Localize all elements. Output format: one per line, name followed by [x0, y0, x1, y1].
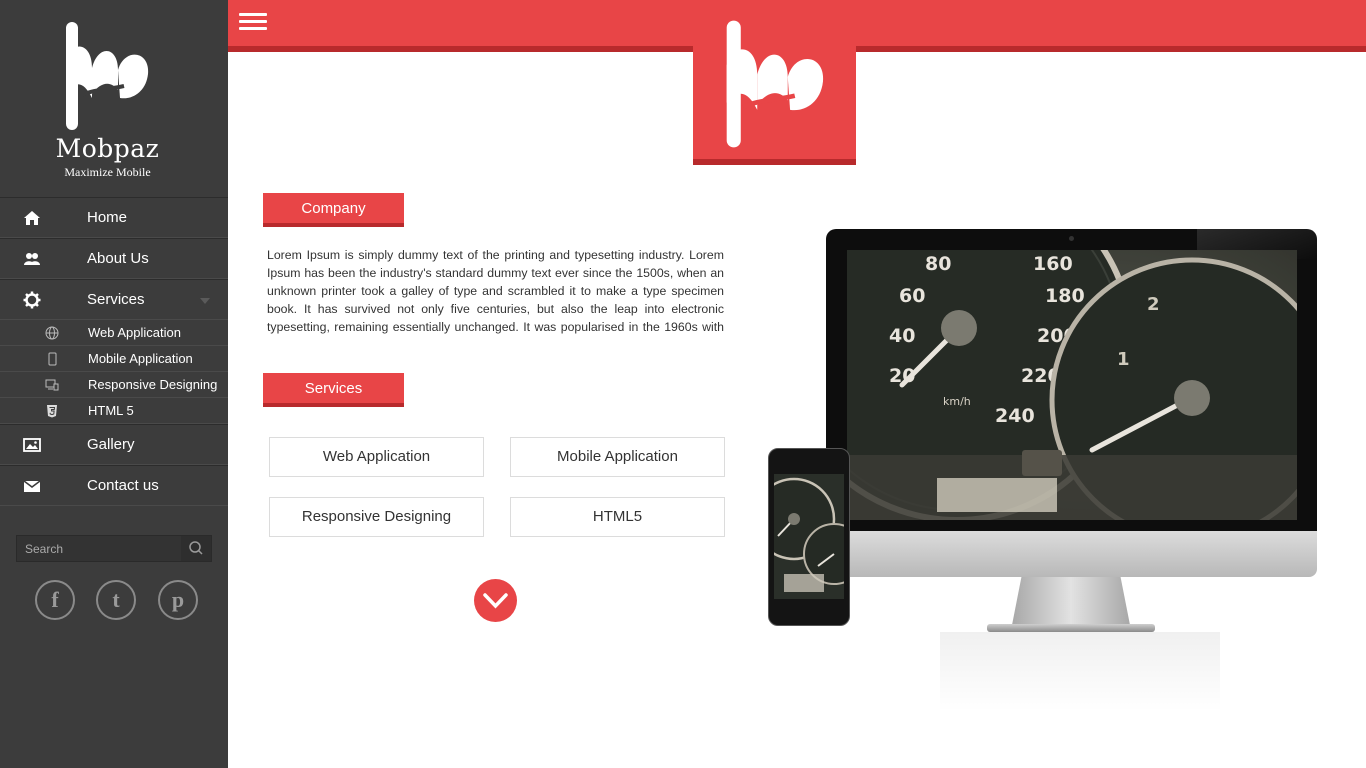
search-icon [189, 541, 203, 555]
monitor-chin [826, 531, 1317, 577]
search-box [16, 535, 212, 562]
phone-speedometer-illustration [774, 474, 844, 599]
svg-text:1: 1 [1117, 349, 1130, 370]
sidebar-subitem-label: Mobile Application [88, 351, 193, 366]
gauge-unit-label: km/h [943, 395, 971, 408]
responsive-designing-button[interactable]: Responsive Designing [269, 497, 484, 537]
sidebar-subitem-label: Web Application [88, 325, 181, 340]
hamburger-icon [239, 13, 267, 16]
facebook-icon: f [51, 587, 59, 612]
svg-text:2: 2 [1147, 294, 1160, 315]
twitter-button[interactable]: t [96, 580, 136, 620]
html5-icon [47, 405, 57, 418]
camera-dot [1069, 236, 1074, 241]
gear-icon [23, 291, 41, 309]
brand[interactable]: Mobpaz Maximize Mobile [0, 0, 228, 197]
sidebar: Mobpaz Maximize Mobile Home About Us Ser… [0, 0, 228, 768]
sidebar-subitem-html5[interactable]: HTML 5 [0, 398, 228, 424]
pinterest-icon: p [171, 587, 185, 612]
mobile-application-button[interactable]: Mobile Application [510, 437, 725, 477]
chevron-down-icon [200, 298, 210, 304]
sidebar-item-label: Home [87, 209, 128, 226]
devices-icon [45, 379, 59, 391]
monitor-foot [987, 624, 1155, 632]
sidebar-item-services[interactable]: Services [0, 279, 228, 320]
sidebar-item-label: Services [87, 291, 145, 308]
home-icon [24, 211, 40, 225]
company-description: Lorem Ipsum is simply dummy text of the … [267, 248, 724, 334]
sidebar-subitem-label: HTML 5 [88, 403, 134, 418]
brand-logo-icon [66, 22, 149, 130]
header-logo-icon [726, 20, 824, 148]
sidebar-item-label: Gallery [87, 436, 135, 453]
chevron-down-icon [483, 593, 508, 609]
sidebar-nav: Home About Us Services Web Application M… [0, 197, 228, 506]
sidebar-subitem-label: Responsive Designing [88, 377, 218, 392]
monitor-screen: 80 60 40 20 160 180 200 220 240 km/h 2 1 [847, 250, 1297, 520]
sidebar-subitem-web-application[interactable]: Web Application [0, 320, 228, 346]
sidebar-item-home[interactable]: Home [0, 197, 228, 238]
users-icon [24, 253, 40, 265]
sidebar-subitem-mobile-application[interactable]: Mobile Application [0, 346, 228, 372]
envelope-icon [23, 480, 41, 492]
gauge-tick-label: 240 [995, 405, 1035, 427]
sidebar-subitem-responsive-designing[interactable]: Responsive Designing [0, 372, 228, 398]
gauge-tick-label: 60 [899, 285, 925, 307]
search-input[interactable] [17, 536, 181, 561]
pinterest-button[interactable]: p [158, 580, 198, 620]
gauge-tick-label: 180 [1045, 285, 1085, 307]
search-button[interactable] [181, 536, 211, 561]
sidebar-item-contact[interactable]: Contact us [0, 465, 228, 506]
company-section-tag: Company [263, 193, 404, 227]
sidebar-item-label: Contact us [87, 477, 159, 494]
brand-name: Mobpaz [55, 134, 160, 163]
globe-icon [45, 326, 59, 340]
speedometer-illustration: 80 60 40 20 160 180 200 220 240 km/h 2 1 [847, 250, 1297, 520]
scroll-down-button[interactable] [474, 579, 517, 622]
gauge-tick-label: 160 [1033, 253, 1073, 275]
desktop-monitor-image: 80 60 40 20 160 180 200 220 240 km/h 2 1 [826, 229, 1317, 531]
gauge-tick-label: 40 [889, 325, 915, 347]
phone-icon [48, 352, 57, 366]
sidebar-item-label: About Us [87, 250, 149, 267]
twitter-icon: t [112, 587, 120, 612]
services-section-tag: Services [263, 373, 404, 407]
smartphone-image [768, 448, 850, 626]
web-application-button[interactable]: Web Application [269, 437, 484, 477]
gauge-tick-label: 20 [889, 365, 915, 387]
monitor-stand [1012, 577, 1130, 625]
brand-tagline: Maximize Mobile [64, 165, 151, 179]
phone-screen [774, 474, 844, 599]
sidebar-item-about[interactable]: About Us [0, 238, 228, 279]
image-icon [23, 438, 41, 452]
gauge-tick-label: 80 [925, 253, 951, 275]
sidebar-item-gallery[interactable]: Gallery [0, 424, 228, 465]
hamburger-menu-button[interactable] [239, 13, 267, 35]
html5-button[interactable]: HTML5 [510, 497, 725, 537]
facebook-button[interactable]: f [35, 580, 75, 620]
